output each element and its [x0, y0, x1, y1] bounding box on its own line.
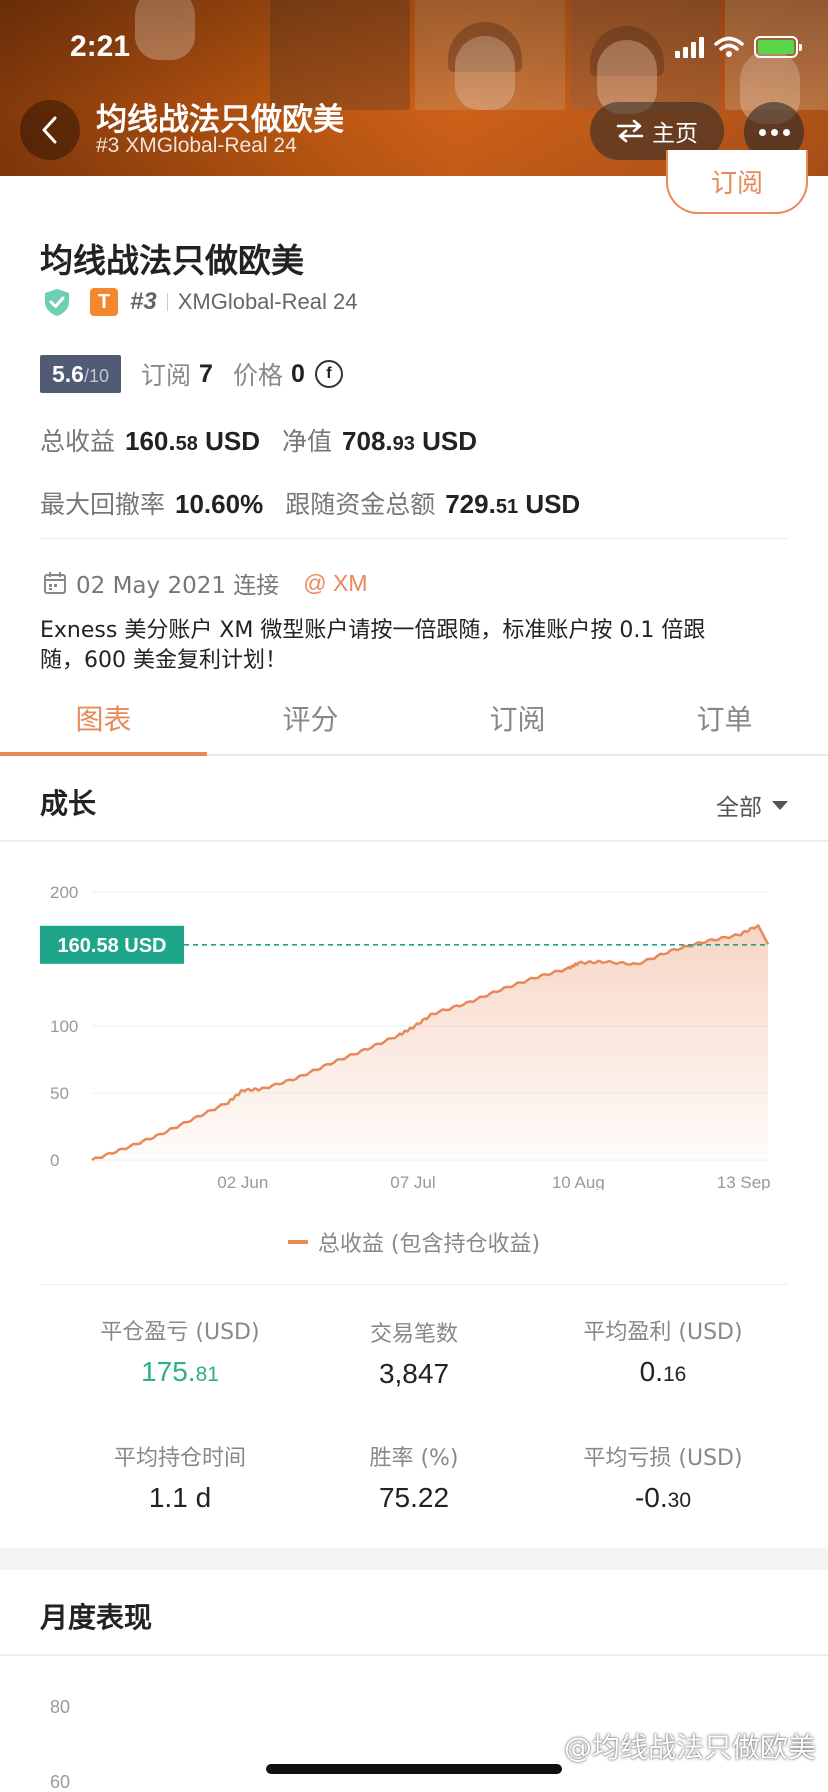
coin-icon: f	[314, 360, 343, 388]
back-button[interactable]	[20, 100, 80, 160]
cellular-signal-icon	[675, 36, 704, 58]
caret-down-icon	[772, 800, 788, 810]
server-name: XMGlobal-Real 24	[177, 289, 358, 314]
drawdown-row: 最大回撤率 10.60% 跟随资金总额 729.51 USD	[40, 485, 580, 521]
status-icons	[675, 36, 802, 58]
swap-icon	[616, 119, 644, 143]
y-tick-label: 100	[50, 1017, 78, 1036]
strategy-description: Exness 美分账户 XM 微型账户请按一倍跟随，标准账户按 0.1 倍跟 随…	[40, 618, 706, 673]
rank-label: #3	[130, 288, 157, 315]
legend-label: 总收益 (包含持仓收益)	[317, 1232, 541, 1257]
battery-icon	[754, 36, 802, 58]
growth-title: 成长	[40, 787, 97, 820]
monthly-title: 月度表现	[40, 1601, 153, 1634]
profile-name: 均线战法只做欧美	[40, 241, 304, 280]
chart-area-fill	[92, 925, 768, 1160]
x-tick-label: 13 Sep	[717, 1173, 771, 1190]
more-dots-icon	[758, 128, 766, 136]
broker-link[interactable]: @ XM	[303, 570, 367, 597]
growth-section-header: 成长 全部	[0, 758, 828, 842]
shield-check-icon	[45, 289, 69, 316]
avg-loss-stat: 平均亏损 (USD) -0.30	[583, 1446, 743, 1513]
home-indicator	[266, 1764, 562, 1774]
stats-grid	[40, 1284, 788, 1285]
subscriptions-label: 订阅	[141, 361, 192, 390]
monthly-section-header: 月度表现	[0, 1570, 828, 1656]
profile-tags: T #3 XMGlobal-Real 24	[42, 286, 357, 318]
divider	[40, 538, 788, 539]
rating-score: 5.6/10	[40, 355, 122, 393]
win-rate-stat: 胜率 (%) 75.22	[369, 1446, 459, 1513]
range-selector[interactable]: 全部	[716, 788, 788, 822]
home-button-label: 主页	[652, 121, 698, 147]
header-subtitle: #3 XMGlobal-Real 24	[96, 134, 297, 157]
max-drawdown-label: 最大回撤率	[40, 490, 166, 519]
equity-label: 净值	[282, 427, 333, 456]
subscriptions-value: 7	[199, 359, 213, 388]
profit-row: 总收益 160.58 USD 净值 708.93 USD	[40, 422, 477, 458]
section-separator	[0, 1548, 828, 1570]
total-profit-value: 160.58 USD	[125, 426, 261, 456]
connect-row: 02 May 2021 连接 @ XM	[42, 566, 368, 600]
watermark: @均线战法只做欧美	[530, 1726, 816, 1766]
price-value: 0	[290, 359, 305, 388]
tab-bar: 图表 评分 订阅 订单	[0, 688, 828, 756]
connect-date: 02 May 2021 连接	[76, 573, 280, 599]
price-label: 价格	[232, 361, 283, 390]
monthly-y-tick: 60	[50, 1772, 71, 1792]
equity-value: 708.93 USD	[342, 426, 478, 456]
y-tick-label: 200	[50, 883, 78, 902]
tab-rating[interactable]: 评分	[207, 688, 414, 754]
x-tick-label: 02 Jun	[217, 1173, 268, 1190]
tab-orders[interactable]: 订单	[621, 688, 828, 754]
tag-divider	[166, 293, 168, 311]
calendar-icon	[44, 572, 66, 594]
header-title: 均线战法只做欧美	[96, 102, 344, 138]
total-profit-label: 总收益	[40, 427, 116, 456]
status-time: 2:21	[70, 30, 131, 63]
trader-badge: T	[90, 288, 118, 316]
chevron-left-icon	[42, 116, 57, 144]
legend-swatch	[287, 1240, 308, 1244]
y-tick-label: 0	[50, 1151, 59, 1170]
weibo-logo-icon	[530, 1734, 559, 1759]
monthly-y-tick: 80	[50, 1697, 71, 1717]
max-drawdown-value: 10.60%	[175, 489, 264, 519]
avg-profit-stat: 平均盈利 (USD) 0.16	[583, 1320, 743, 1387]
trade-count-stat: 交易笔数 3,847	[369, 1322, 458, 1389]
tab-chart[interactable]: 图表	[0, 688, 207, 756]
follow-funds-value: 729.51 USD	[445, 489, 581, 519]
growth-chart[interactable]: 0 50 100 200 02 Jun 07 Jul 10 Aug 13 Sep 160.58 …	[0, 870, 828, 1190]
chart-legend: 总收益 (包含持仓收益)	[0, 1226, 828, 1258]
avg-hold-time-stat: 平均持仓时间 1.1 d	[113, 1446, 246, 1513]
wifi-icon	[714, 36, 744, 57]
closed-pnl-stat: 平仓盈亏 (USD) 175.81	[100, 1320, 260, 1387]
y-tick-label: 50	[50, 1084, 69, 1103]
follow-funds-label: 跟随资金总额	[285, 490, 436, 519]
score-row: 5.6/10 订阅 7 价格 0 f	[40, 354, 343, 394]
x-tick-label: 07 Jul	[390, 1173, 435, 1190]
current-value-label: 160.58 USD	[58, 935, 167, 957]
tab-subscriptions[interactable]: 订阅	[414, 688, 621, 754]
subscribe-button[interactable]: 订阅	[666, 150, 808, 214]
x-tick-label: 10 Aug	[552, 1173, 605, 1190]
